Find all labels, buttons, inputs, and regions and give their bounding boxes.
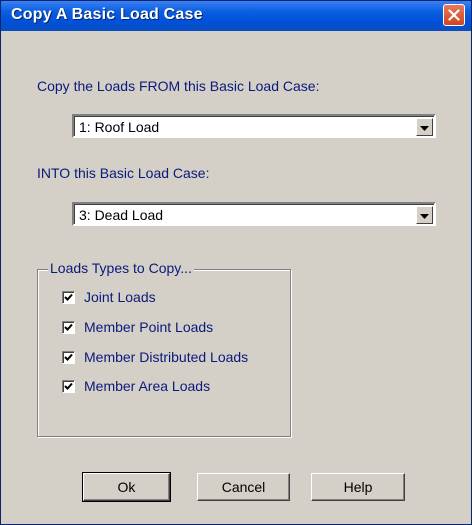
copy-load-case-dialog: Copy A Basic Load Case Copy the Loads FR…: [0, 0, 472, 525]
load-types-title: Loads Types to Copy...: [48, 260, 194, 276]
from-label: Copy the Loads FROM this Basic Load Case…: [37, 78, 320, 94]
cancel-button[interactable]: Cancel: [197, 473, 290, 501]
chevron-down-icon: [420, 118, 429, 136]
from-dropdown-button[interactable]: [416, 118, 433, 136]
into-label: INTO this Basic Load Case:: [37, 165, 210, 181]
close-icon: [448, 9, 460, 21]
help-button[interactable]: Help: [311, 473, 405, 501]
title-bar[interactable]: Copy A Basic Load Case: [1, 1, 471, 31]
ok-button[interactable]: Ok: [82, 472, 171, 502]
chevron-down-icon: [420, 206, 429, 224]
joint-loads-checkbox-row[interactable]: Joint Loads: [62, 288, 156, 306]
member-distributed-loads-label: Member Distributed Loads: [84, 349, 249, 365]
from-load-case-select[interactable]: 1: Roof Load: [72, 114, 436, 138]
checkmark-icon: [64, 323, 73, 331]
member-distributed-loads-checkbox[interactable]: [62, 350, 75, 364]
checkmark-icon: [64, 353, 73, 361]
checkmark-icon: [64, 293, 73, 301]
member-area-loads-checkbox[interactable]: [62, 379, 75, 393]
member-point-loads-label: Member Point Loads: [84, 319, 214, 335]
joint-loads-label: Joint Loads: [84, 289, 156, 305]
from-selected-value: 1: Roof Load: [79, 119, 160, 135]
into-selected-value: 3: Dead Load: [79, 207, 164, 223]
close-button[interactable]: [443, 4, 465, 26]
into-load-case-select[interactable]: 3: Dead Load: [72, 202, 436, 226]
load-types-group: Loads Types to Copy... Joint Loads Membe…: [37, 260, 291, 437]
member-area-loads-label: Member Area Loads: [84, 378, 211, 394]
into-dropdown-button[interactable]: [416, 206, 433, 224]
member-point-loads-checkbox[interactable]: [62, 320, 75, 334]
member-point-loads-checkbox-row[interactable]: Member Point Loads: [62, 318, 213, 336]
joint-loads-checkbox[interactable]: [62, 290, 75, 304]
member-area-loads-checkbox-row[interactable]: Member Area Loads: [62, 377, 210, 395]
checkmark-icon: [64, 382, 73, 390]
window-title: Copy A Basic Load Case: [11, 6, 203, 23]
member-distributed-loads-checkbox-row[interactable]: Member Distributed Loads: [62, 348, 248, 366]
